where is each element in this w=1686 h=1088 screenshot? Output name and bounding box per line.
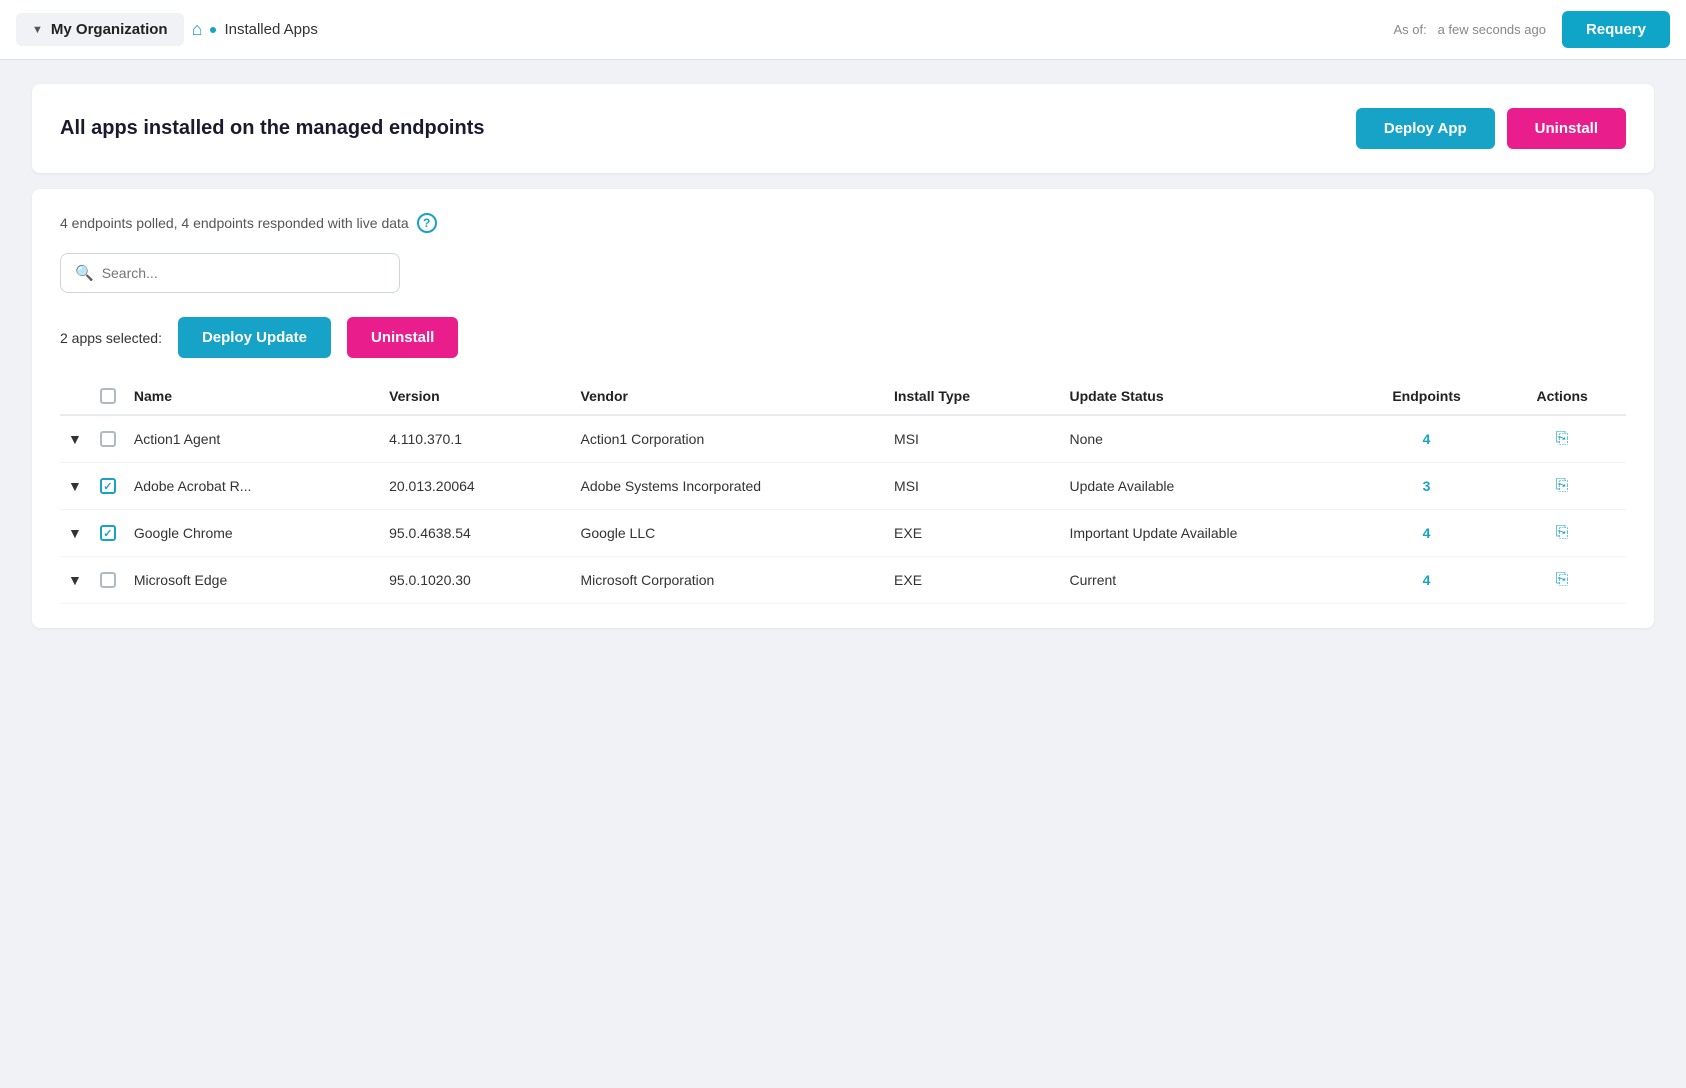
breadcrumb-label: Installed Apps [224, 21, 317, 38]
col-endpoints-header: Endpoints [1355, 378, 1499, 415]
copy-icon[interactable]: ⎘ [1556, 571, 1569, 588]
col-version-header: Version [381, 378, 572, 415]
expand-cell[interactable]: ▼ [60, 557, 90, 604]
cell-version: 95.0.4638.54 [381, 510, 572, 557]
table-row: ▼ Action1 Agent 4.110.370.1 Action1 Corp… [60, 415, 1626, 463]
chevron-down-icon: ▼ [32, 24, 43, 36]
cell-update-status: Important Update Available [1062, 510, 1355, 557]
cell-vendor: Adobe Systems Incorporated [573, 463, 887, 510]
endpoints-info: 4 endpoints polled, 4 endpoints responde… [60, 213, 1626, 233]
cell-update-status: None [1062, 415, 1355, 463]
header-actions: Deploy App Uninstall [1356, 108, 1626, 149]
copy-icon[interactable]: ⎘ [1556, 477, 1569, 494]
cell-actions: ⎘ [1498, 415, 1626, 463]
search-input[interactable] [102, 265, 385, 281]
search-box: 🔍 [60, 253, 400, 293]
cell-name: Adobe Acrobat R... [126, 463, 381, 510]
apps-table: Name Version Vendor Install Type Update … [60, 378, 1626, 604]
uninstall-selection-button[interactable]: Uninstall [347, 317, 458, 358]
cell-endpoints: 3 [1355, 463, 1499, 510]
copy-icon[interactable]: ⎘ [1556, 524, 1569, 541]
row-checkbox[interactable]: ✓ [100, 525, 116, 541]
deploy-update-button[interactable]: Deploy Update [178, 317, 331, 358]
table-row: ▼ ✓ Google Chrome 95.0.4638.54 Google LL… [60, 510, 1626, 557]
home-icon: ⌂ [192, 19, 203, 40]
expand-cell[interactable]: ▼ [60, 415, 90, 463]
cell-name: Action1 Agent [126, 415, 381, 463]
cell-update-status: Current [1062, 557, 1355, 604]
page-title: All apps installed on the managed endpoi… [60, 117, 485, 140]
cell-vendor: Microsoft Corporation [573, 557, 887, 604]
col-name-header: Name [126, 378, 381, 415]
cell-actions: ⎘ [1498, 463, 1626, 510]
cell-version: 4.110.370.1 [381, 415, 572, 463]
search-icon: 🔍 [75, 264, 94, 282]
row-checkbox[interactable] [100, 572, 116, 588]
org-dropdown[interactable]: ▼ My Organization [16, 13, 184, 46]
top-nav: ▼ My Organization ⌂ Installed Apps As of… [0, 0, 1686, 60]
col-checkbox-header [90, 378, 126, 415]
cell-endpoints: 4 [1355, 415, 1499, 463]
endpoints-text: 4 endpoints polled, 4 endpoints responde… [60, 215, 409, 231]
header-card: All apps installed on the managed endpoi… [32, 84, 1654, 173]
cell-endpoints: 4 [1355, 510, 1499, 557]
col-install-header: Install Type [886, 378, 1061, 415]
row-checkbox[interactable] [100, 431, 116, 447]
checkbox-cell: ✓ [90, 463, 126, 510]
table-card: 4 endpoints polled, 4 endpoints responde… [32, 189, 1654, 628]
cell-version: 95.0.1020.30 [381, 557, 572, 604]
breadcrumb-dot [210, 27, 216, 33]
cell-install-type: MSI [886, 415, 1061, 463]
table-header-row: Name Version Vendor Install Type Update … [60, 378, 1626, 415]
cell-actions: ⎘ [1498, 557, 1626, 604]
cell-name: Google Chrome [126, 510, 381, 557]
table-row: ▼ ✓ Adobe Acrobat R... 20.013.20064 Adob… [60, 463, 1626, 510]
col-update-header: Update Status [1062, 378, 1355, 415]
main-content: All apps installed on the managed endpoi… [0, 60, 1686, 652]
help-icon[interactable]: ? [417, 213, 437, 233]
org-label: My Organization [51, 21, 168, 38]
selection-bar: 2 apps selected: Deploy Update Uninstall [60, 317, 1626, 358]
row-checkbox[interactable]: ✓ [100, 478, 116, 494]
expand-cell[interactable]: ▼ [60, 463, 90, 510]
cell-install-type: EXE [886, 510, 1061, 557]
uninstall-top-button[interactable]: Uninstall [1507, 108, 1626, 149]
cell-install-type: MSI [886, 463, 1061, 510]
cell-name: Microsoft Edge [126, 557, 381, 604]
checkbox-cell [90, 557, 126, 604]
table-body: ▼ Action1 Agent 4.110.370.1 Action1 Corp… [60, 415, 1626, 604]
col-expand-header [60, 378, 90, 415]
cell-install-type: EXE [886, 557, 1061, 604]
breadcrumb: ⌂ Installed Apps [192, 19, 318, 40]
cell-vendor: Google LLC [573, 510, 887, 557]
select-all-checkbox[interactable] [100, 388, 116, 404]
table-row: ▼ Microsoft Edge 95.0.1020.30 Microsoft … [60, 557, 1626, 604]
deploy-app-button[interactable]: Deploy App [1356, 108, 1495, 149]
col-actions-header: Actions [1498, 378, 1626, 415]
timestamp: As of: a few seconds ago [1393, 22, 1546, 37]
cell-update-status: Update Available [1062, 463, 1355, 510]
selection-label: 2 apps selected: [60, 330, 162, 346]
cell-vendor: Action1 Corporation [573, 415, 887, 463]
cell-actions: ⎘ [1498, 510, 1626, 557]
expand-cell[interactable]: ▼ [60, 510, 90, 557]
cell-endpoints: 4 [1355, 557, 1499, 604]
checkbox-cell: ✓ [90, 510, 126, 557]
col-vendor-header: Vendor [573, 378, 887, 415]
checkbox-cell [90, 415, 126, 463]
cell-version: 20.013.20064 [381, 463, 572, 510]
requery-button[interactable]: Requery [1562, 11, 1670, 48]
copy-icon[interactable]: ⎘ [1556, 430, 1569, 447]
